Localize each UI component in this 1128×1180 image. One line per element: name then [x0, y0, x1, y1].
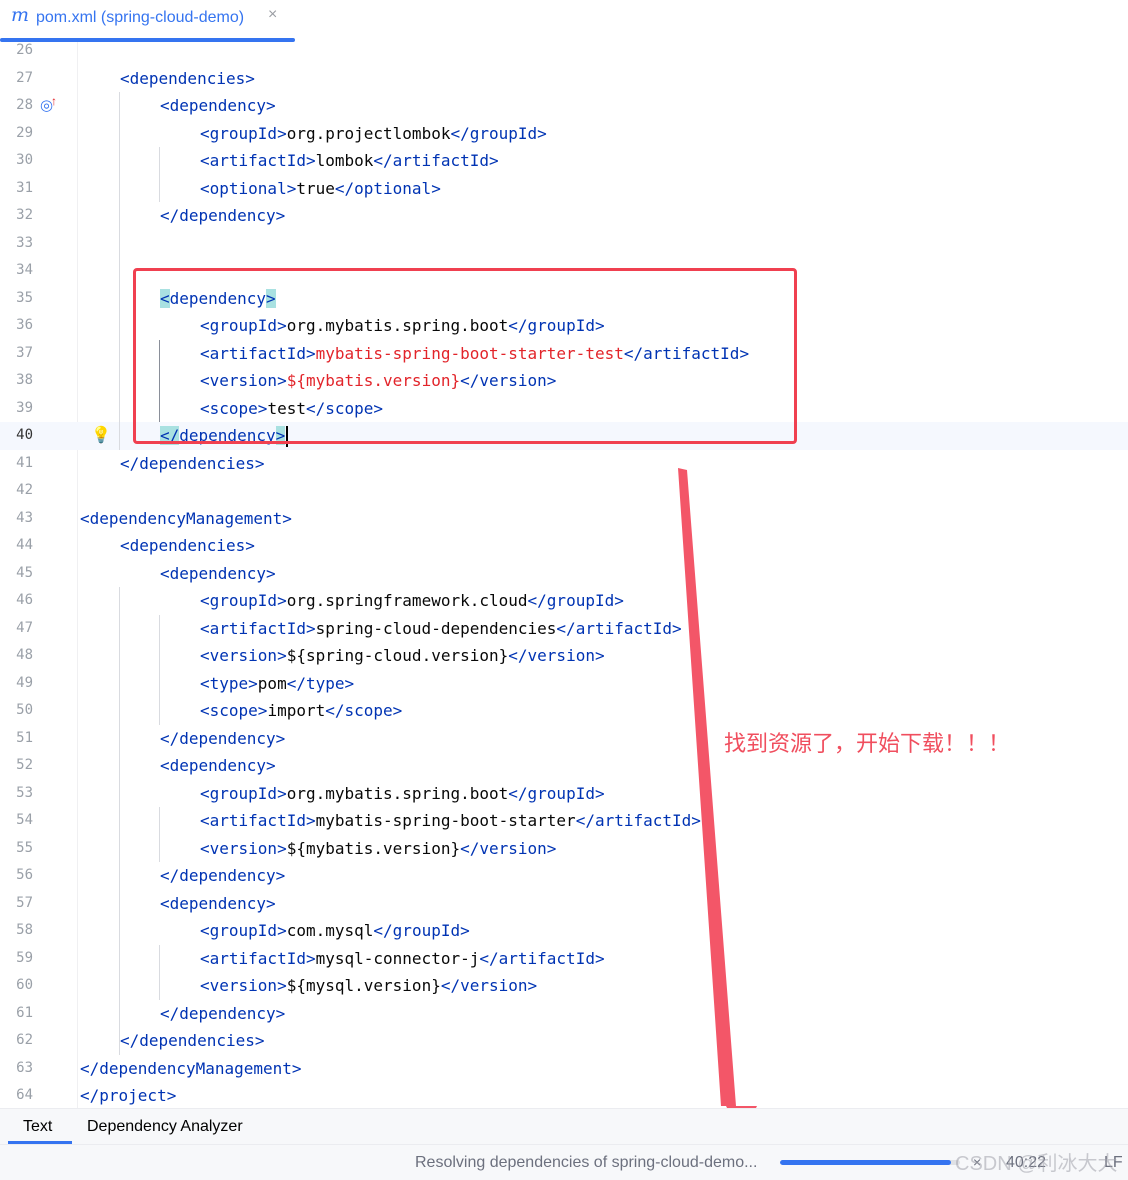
progress-fill [780, 1160, 951, 1165]
tab-dependency-analyzer[interactable]: Dependency Analyzer [87, 1118, 243, 1136]
progress-bar [780, 1160, 960, 1165]
annotation-arrow-shape [678, 468, 757, 1137]
bottom-tab-bar: Text Dependency Analyzer [0, 1108, 1128, 1145]
tab-text[interactable]: Text [23, 1118, 52, 1136]
status-message: Resolving dependencies of spring-cloud-d… [415, 1154, 758, 1171]
watermark-text: CSDN @利冰大大 [955, 1153, 1118, 1175]
annotation-text: 找到资源了，开始下载！！！ [724, 732, 1011, 757]
annotation-arrow [678, 468, 757, 1137]
